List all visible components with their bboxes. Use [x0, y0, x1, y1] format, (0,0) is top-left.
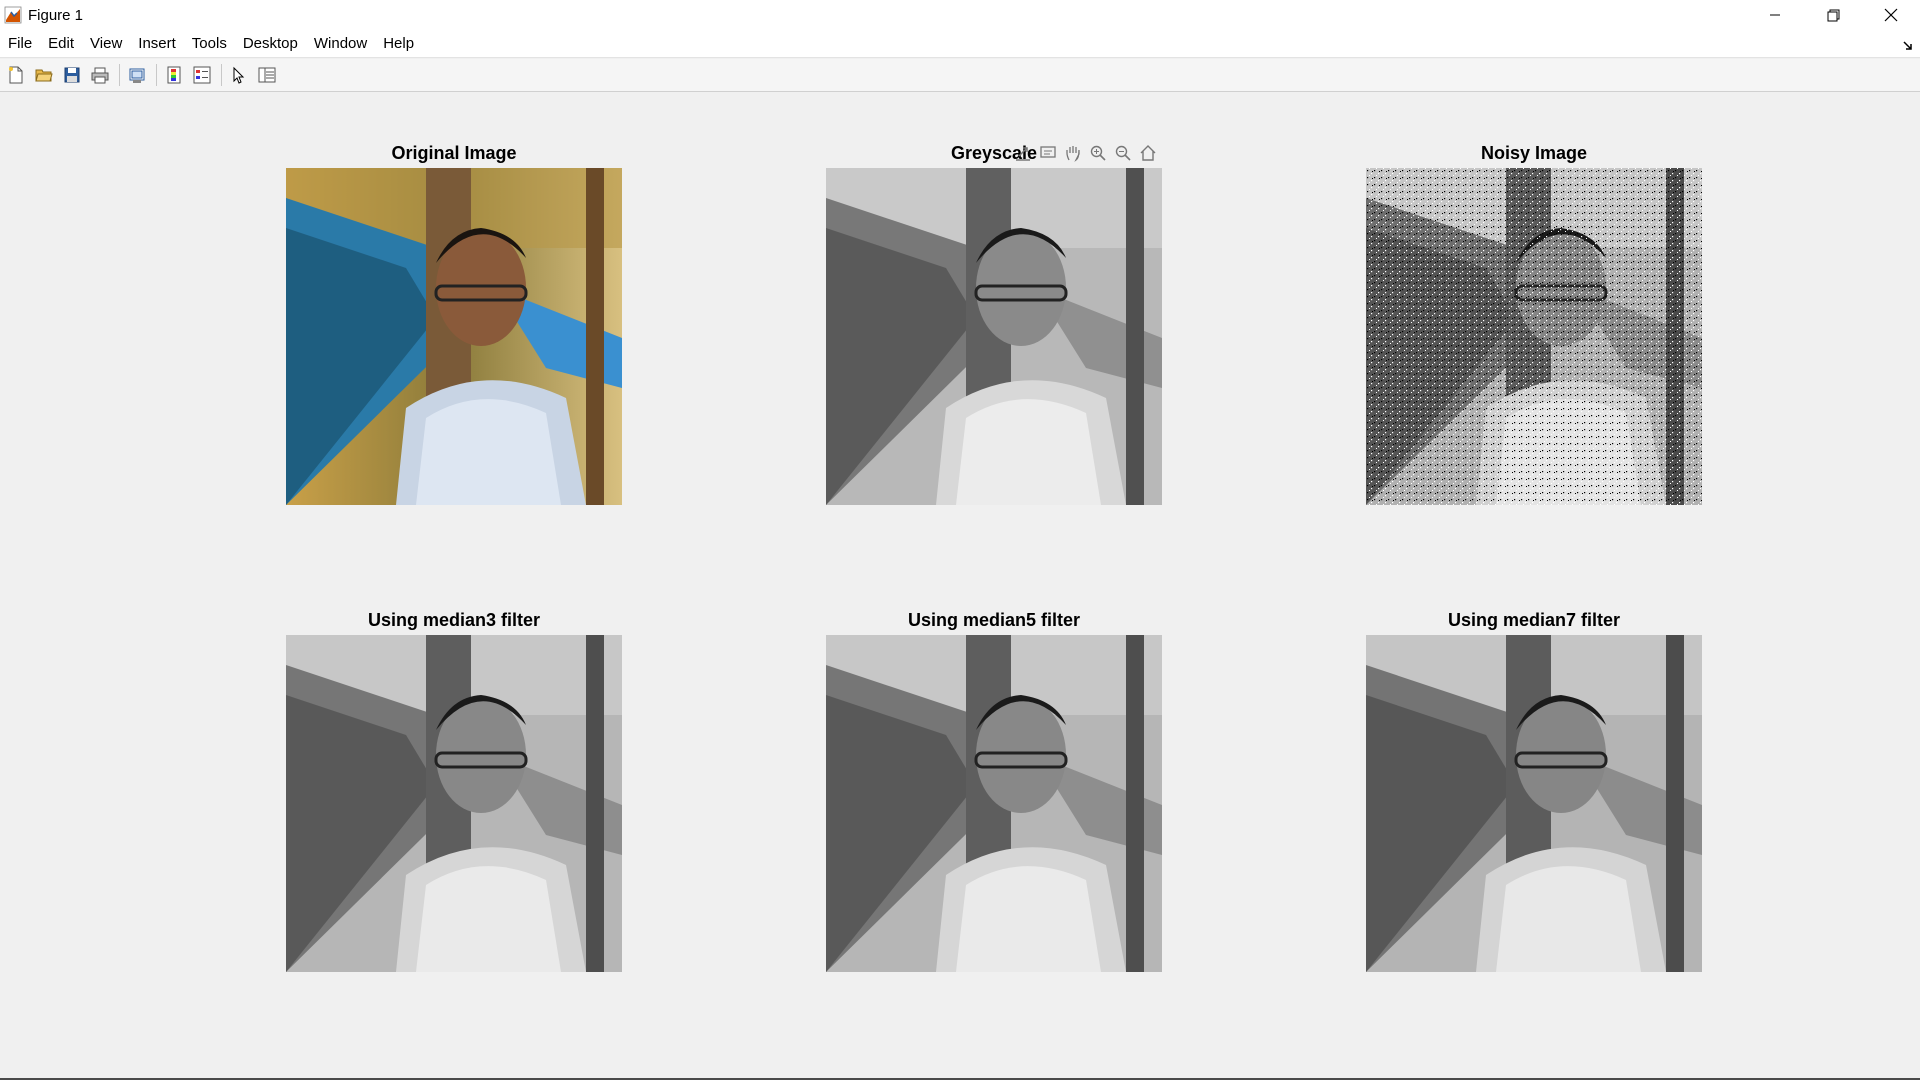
restore-icon	[1827, 9, 1839, 21]
subplot-original-image[interactable]	[286, 168, 622, 505]
open-file-icon	[35, 69, 53, 82]
menu-desktop[interactable]: Desktop	[235, 30, 306, 58]
pan-icon[interactable]	[1062, 142, 1084, 164]
legend-icon	[193, 66, 211, 84]
minimize-button[interactable]	[1746, 0, 1804, 30]
subplot-noisy-image[interactable]	[1366, 168, 1702, 505]
dock-arrow-icon[interactable]	[1902, 38, 1914, 50]
print-button[interactable]	[87, 62, 113, 88]
window-controls	[1746, 0, 1920, 30]
figure-canvas[interactable]: Original Image Greyscale Noisy Image Usi…	[0, 92, 1920, 1080]
subplot-median7-image[interactable]	[1366, 635, 1702, 972]
colorbar-icon	[167, 66, 181, 84]
subplot-greyscale-image[interactable]	[826, 168, 1162, 505]
new-figure-icon	[9, 66, 23, 84]
new-figure-button[interactable]	[3, 62, 29, 88]
menu-tools[interactable]: Tools	[184, 30, 235, 58]
link-plot-icon	[129, 68, 145, 83]
subplot-median5-image[interactable]	[826, 635, 1162, 972]
property-inspector-button[interactable]	[254, 62, 280, 88]
menu-help[interactable]: Help	[375, 30, 422, 58]
menu-bar: File Edit View Insert Tools Desktop Wind…	[0, 30, 1920, 58]
zoom-in-icon[interactable]	[1087, 142, 1109, 164]
close-icon	[1884, 8, 1898, 22]
menu-file[interactable]: File	[0, 30, 40, 58]
subplot-title-noisy: Noisy Image	[1480, 143, 1588, 163]
data-tips-icon[interactable]	[1037, 142, 1059, 164]
subplot-title-median5: Using median5 filter	[907, 610, 1081, 630]
window-title: Figure 1	[28, 6, 84, 24]
restore-view-icon[interactable]	[1137, 142, 1159, 164]
menu-window[interactable]: Window	[306, 30, 375, 58]
print-icon	[91, 67, 109, 84]
axes-toolbar	[1012, 142, 1159, 164]
property-inspector-icon	[258, 67, 276, 83]
legend-button[interactable]	[189, 62, 215, 88]
subplot-title-original: Original Image	[391, 143, 517, 163]
open-file-button[interactable]	[31, 62, 57, 88]
toolbar-separator	[221, 64, 222, 86]
edit-plot-button[interactable]	[226, 62, 252, 88]
matlab-icon	[4, 6, 22, 24]
subplot-median3-image[interactable]	[286, 635, 622, 972]
export-icon[interactable]	[1012, 142, 1034, 164]
restore-button[interactable]	[1804, 0, 1862, 30]
menu-view[interactable]: View	[82, 30, 130, 58]
zoom-out-icon[interactable]	[1112, 142, 1134, 164]
colorbar-button[interactable]	[161, 62, 187, 88]
subplot-title-median3: Using median3 filter	[367, 610, 541, 630]
edit-plot-icon	[233, 66, 245, 84]
title-bar: Figure 1	[0, 0, 1920, 30]
save-icon	[64, 67, 80, 83]
figure-toolbar	[0, 59, 1920, 92]
menu-edit[interactable]: Edit	[40, 30, 82, 58]
close-button[interactable]	[1862, 0, 1920, 30]
figure-window: Figure 1 File Edit View Insert Tools Des…	[0, 0, 1920, 1080]
toolbar-separator	[119, 64, 120, 86]
subplot-title-median7: Using median7 filter	[1447, 610, 1621, 630]
toolbar-separator	[156, 64, 157, 86]
link-plot-button[interactable]	[124, 62, 150, 88]
minimize-icon	[1770, 14, 1780, 16]
menu-insert[interactable]: Insert	[130, 30, 184, 58]
save-button[interactable]	[59, 62, 85, 88]
